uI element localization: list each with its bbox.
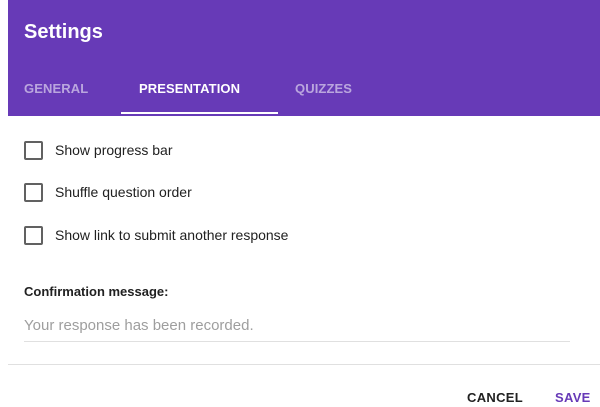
cancel-button[interactable]: CANCEL	[467, 390, 523, 405]
option-label: Show progress bar	[55, 142, 173, 158]
active-tab-indicator	[121, 112, 278, 114]
show-submit-another-link-checkbox[interactable]	[24, 225, 43, 245]
show-progress-bar-checkbox[interactable]	[24, 140, 43, 160]
tab-quizzes[interactable]: QUIZZES	[295, 81, 352, 96]
tab-general[interactable]: GENERAL	[24, 81, 88, 96]
tab-presentation[interactable]: PRESENTATION	[139, 81, 240, 96]
save-button[interactable]: SAVE	[555, 390, 591, 405]
confirmation-message-input[interactable]	[24, 316, 570, 342]
dialog-title: Settings	[24, 21, 103, 43]
option-show-submit-another-link[interactable]: Show link to submit another response	[24, 225, 288, 245]
dialog-header: Settings GENERAL PRESENTATION QUIZZES	[8, 0, 600, 116]
option-label: Shuffle question order	[55, 184, 192, 200]
shuffle-question-order-checkbox[interactable]	[24, 182, 43, 202]
confirmation-message-label: Confirmation message:	[24, 284, 169, 299]
settings-dialog: Settings GENERAL PRESENTATION QUIZZES Sh…	[0, 0, 600, 407]
option-shuffle-question-order[interactable]: Shuffle question order	[24, 182, 192, 202]
option-show-progress-bar[interactable]: Show progress bar	[24, 140, 173, 160]
footer-divider	[8, 364, 600, 365]
option-label: Show link to submit another response	[55, 227, 289, 243]
